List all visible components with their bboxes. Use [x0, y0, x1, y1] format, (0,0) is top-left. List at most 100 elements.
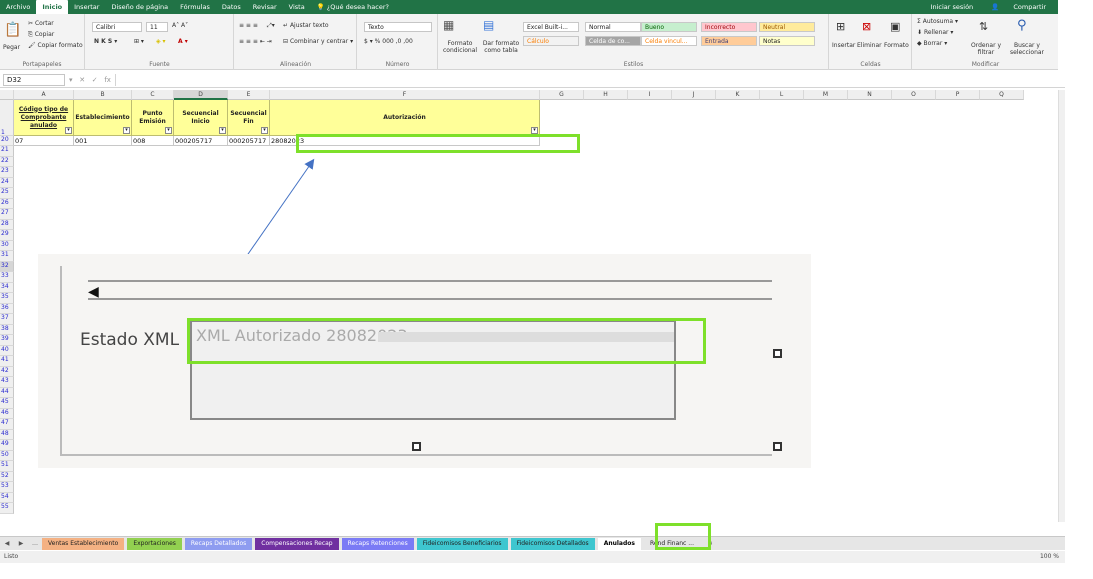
row-header[interactable]: 42: [0, 366, 14, 377]
delete-cells-icon[interactable]: ⊠: [862, 20, 871, 33]
format-painter-button[interactable]: 🖌 Copiar formato: [28, 42, 83, 49]
column-header-a[interactable]: A: [14, 90, 74, 100]
wrap-text-button[interactable]: ↵ Ajustar texto: [283, 22, 329, 29]
row-header[interactable]: 40: [0, 345, 14, 356]
row-header[interactable]: 44: [0, 387, 14, 398]
conditional-format-icon[interactable]: ▦: [443, 18, 454, 32]
insert-cells-icon[interactable]: ⊞: [836, 20, 845, 33]
sort-filter-icon[interactable]: ⇅: [979, 20, 988, 33]
row-header[interactable]: 54: [0, 492, 14, 503]
menu-tab-review[interactable]: Revisar: [247, 0, 283, 14]
font-color-icon[interactable]: A ▾: [178, 38, 188, 45]
font-size-select[interactable]: 11: [146, 22, 168, 32]
row-header[interactable]: 47: [0, 419, 14, 430]
cell-style-3[interactable]: Incorrecto: [701, 22, 757, 32]
table-header-cell[interactable]: Secuencial Fin ▾: [228, 100, 270, 136]
menu-tab-view[interactable]: Vista: [283, 0, 311, 14]
number-format-select[interactable]: Texto: [364, 22, 432, 32]
sheet-tab[interactable]: Fideicomisos Detallados: [510, 537, 595, 550]
number-format-icons[interactable]: $ ▾ % 000 ,0 ,00: [364, 38, 413, 45]
row-header[interactable]: 51: [0, 461, 14, 472]
row-header[interactable]: 28: [0, 219, 14, 230]
column-header-h[interactable]: H: [584, 90, 628, 100]
data-cell[interactable]: 001: [74, 136, 132, 146]
cell-style-2[interactable]: Bueno: [641, 22, 697, 32]
data-cell[interactable]: 000205717: [228, 136, 270, 146]
row-header[interactable]: 35: [0, 293, 14, 304]
sheet-tab[interactable]: Compensaciones Recap: [255, 537, 339, 550]
column-header-m[interactable]: M: [804, 90, 848, 100]
magnifier-icon[interactable]: ⚲: [1017, 18, 1027, 33]
merge-center-button[interactable]: ⊟ Combinar y centrar ▾: [283, 38, 353, 45]
column-header-j[interactable]: J: [672, 90, 716, 100]
resize-handle-right[interactable]: [773, 349, 782, 358]
copy-button[interactable]: ⎘ Copiar: [28, 31, 54, 39]
filter-dropdown-icon[interactable]: ▾: [219, 127, 226, 134]
filter-dropdown-icon[interactable]: ▾: [261, 127, 268, 134]
cell-style-9[interactable]: Notas: [759, 36, 815, 46]
delete-cells-button[interactable]: Eliminar: [857, 42, 882, 49]
row-header[interactable]: 50: [0, 450, 14, 461]
row-header[interactable]: 29: [0, 230, 14, 241]
left-arrow-icon[interactable]: ◀: [88, 284, 99, 300]
column-header-p[interactable]: P: [936, 90, 980, 100]
row-header[interactable]: 32: [0, 261, 14, 272]
sheet-tab[interactable]: Fideicomisos Beneficiarios: [416, 537, 508, 550]
row-header[interactable]: 25: [0, 188, 14, 199]
row-header[interactable]: 48: [0, 429, 14, 440]
data-cell[interactable]: 07: [14, 136, 74, 146]
fill-button[interactable]: ⬇ Rellenar ▾: [917, 29, 953, 36]
fill-color-icon[interactable]: ◈ ▾: [156, 38, 166, 45]
column-header-k[interactable]: K: [716, 90, 760, 100]
table-header-cell[interactable]: Secuencial Inicio ▾: [174, 100, 228, 136]
bold-italic-underline[interactable]: N K S ▾: [94, 38, 117, 45]
cell-style-6[interactable]: Celda de co...: [585, 36, 641, 46]
row-header[interactable]: 55: [0, 503, 14, 514]
menu-tab-data[interactable]: Datos: [216, 0, 247, 14]
sheet-tab[interactable]: Ventas Establecimiento: [42, 537, 125, 550]
menu-tab-insert[interactable]: Insertar: [68, 0, 105, 14]
next-sheet-icon[interactable]: ▶: [14, 540, 28, 547]
row-header[interactable]: 20: [0, 136, 14, 146]
data-cell[interactable]: 000205717: [174, 136, 228, 146]
name-box[interactable]: D32: [3, 73, 65, 86]
menu-tab-file[interactable]: Archivo: [0, 0, 36, 14]
data-cell[interactable]: 008: [132, 136, 174, 146]
tell-me-search[interactable]: 💡 ¿Qué desea hacer?: [311, 0, 395, 14]
table-header-cell[interactable]: Código tipo de Comprobante anulado ▾: [14, 100, 74, 136]
row-header[interactable]: 53: [0, 482, 14, 493]
column-header-f[interactable]: F: [270, 90, 540, 100]
format-cells-icon[interactable]: ▣: [890, 20, 900, 33]
row-header[interactable]: 30: [0, 240, 14, 251]
cell-style-8[interactable]: Entrada: [701, 36, 757, 46]
column-header-g[interactable]: G: [540, 90, 584, 100]
cell-style-5[interactable]: Cálculo: [523, 36, 579, 46]
filter-dropdown-icon[interactable]: ▾: [65, 127, 72, 134]
fx-icon[interactable]: fx: [104, 76, 111, 84]
row-header[interactable]: 1: [0, 100, 14, 136]
row-header[interactable]: 41: [0, 356, 14, 367]
sort-filter-button[interactable]: Ordenar y filtrar: [969, 42, 1003, 56]
column-header-i[interactable]: I: [628, 90, 672, 100]
paste-icon[interactable]: 📋: [4, 22, 21, 38]
column-header-o[interactable]: O: [892, 90, 936, 100]
filter-dropdown-icon[interactable]: ▾: [165, 127, 172, 134]
align-top-icons[interactable]: ≡ ≡ ≡: [239, 22, 258, 29]
format-cells-button[interactable]: Formato: [884, 42, 909, 49]
column-header-b[interactable]: B: [74, 90, 132, 100]
orientation-icon[interactable]: ⤢▾: [267, 22, 275, 30]
paste-button[interactable]: Pegar: [3, 44, 20, 51]
insert-cells-button[interactable]: Insertar: [832, 42, 855, 49]
sheet-tab[interactable]: Recaps Retenciones: [341, 537, 414, 550]
row-header[interactable]: 37: [0, 314, 14, 325]
sheet-tab[interactable]: Recaps Detallados: [184, 537, 253, 550]
cell-style-7[interactable]: Celda vincul...: [641, 36, 697, 46]
table-header-cell[interactable]: Autorización ▾: [270, 100, 540, 136]
prev-sheet-icon[interactable]: ◀: [0, 540, 14, 547]
autosum-button[interactable]: Σ Autosuma ▾: [917, 18, 958, 25]
zoom-level[interactable]: 100 %: [1040, 551, 1059, 563]
column-header-d[interactable]: D: [174, 90, 228, 100]
row-header[interactable]: 46: [0, 408, 14, 419]
table-header-cell[interactable]: Punto Emisión ▾: [132, 100, 174, 136]
column-header-c[interactable]: C: [132, 90, 174, 100]
